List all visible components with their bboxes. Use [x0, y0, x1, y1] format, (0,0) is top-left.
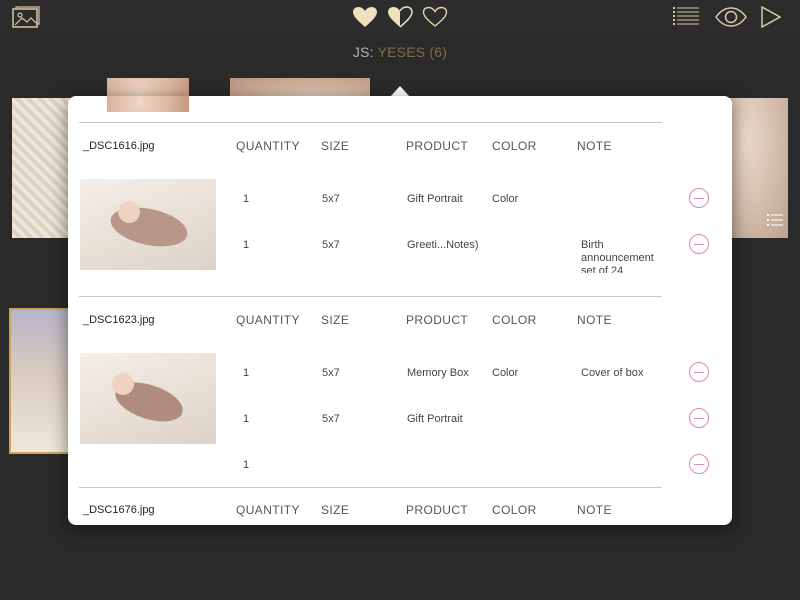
column-color: COLOR — [492, 503, 537, 517]
remove-item-button[interactable] — [689, 454, 709, 474]
column-note: NOTE — [577, 139, 612, 153]
cell-quantity: 1 — [243, 367, 250, 379]
column-product: PRODUCT — [406, 313, 469, 327]
column-note: NOTE — [577, 313, 612, 327]
toolbar — [0, 0, 800, 34]
cell-size: 5x7 — [322, 367, 340, 379]
photo-thumbnail[interactable] — [80, 179, 216, 270]
column-note: NOTE — [577, 503, 612, 517]
play-icon[interactable] — [760, 6, 782, 28]
page-title: JS: YESES (6) — [0, 44, 800, 60]
cell-size: 5x7 — [322, 193, 340, 205]
heart-half-icon[interactable] — [387, 6, 413, 28]
cell-note: Birth announcement set of 24 — [581, 239, 654, 273]
divider — [79, 122, 662, 123]
remove-item-button[interactable] — [689, 188, 709, 208]
column-quantity: QUANTITY — [236, 139, 300, 153]
list-icon[interactable] — [672, 6, 700, 28]
cell-size: 5x7 — [322, 239, 340, 251]
eye-icon[interactable] — [715, 7, 747, 27]
cell-size: 5x7 — [322, 413, 340, 425]
file-name: _DSC1676.jpg — [83, 504, 155, 516]
cell-note: Cover of box — [581, 367, 644, 379]
remove-item-button[interactable] — [689, 362, 709, 382]
cell-quantity: 1 — [243, 459, 250, 471]
cell-quantity: 1 — [243, 239, 250, 251]
thumbnail-left-bottom[interactable] — [9, 308, 71, 454]
column-size: SIZE — [321, 139, 350, 153]
column-product: PRODUCT — [406, 139, 469, 153]
remove-item-button[interactable] — [689, 408, 709, 428]
thumbnail-partial — [107, 96, 189, 112]
order-popover: _DSC1616.jpg QUANTITY SIZE PRODUCT COLOR… — [68, 96, 732, 525]
title-prefix: JS: — [352, 44, 378, 60]
list-badge-icon — [767, 214, 783, 226]
title-collection: YESES (6) — [377, 44, 448, 60]
column-size: SIZE — [321, 503, 350, 517]
column-color: COLOR — [492, 313, 537, 327]
divider — [79, 487, 662, 488]
cell-color: Color — [492, 367, 519, 379]
thumbnail-left-top[interactable] — [12, 98, 72, 238]
column-color: COLOR — [492, 139, 537, 153]
divider — [79, 296, 662, 297]
cell-color: Color — [492, 193, 519, 205]
column-quantity: QUANTITY — [236, 503, 300, 517]
photos-icon[interactable] — [12, 6, 40, 28]
cell-product: Gift Portrait — [407, 413, 463, 425]
cell-quantity: 1 — [243, 413, 250, 425]
remove-item-button[interactable] — [689, 234, 709, 254]
cell-quantity: 1 — [243, 193, 250, 205]
column-size: SIZE — [321, 313, 350, 327]
file-name: _DSC1623.jpg — [83, 314, 155, 326]
heart-filled-icon[interactable] — [352, 6, 378, 28]
cell-product: Memory Box — [407, 367, 469, 379]
column-product: PRODUCT — [406, 503, 469, 517]
photo-thumbnail[interactable] — [80, 353, 216, 444]
column-quantity: QUANTITY — [236, 313, 300, 327]
heart-outline-icon[interactable] — [422, 6, 448, 28]
cell-product: Greeti...Notes) — [407, 239, 479, 251]
cell-product: Gift Portrait — [407, 193, 463, 205]
file-name: _DSC1616.jpg — [83, 140, 155, 152]
